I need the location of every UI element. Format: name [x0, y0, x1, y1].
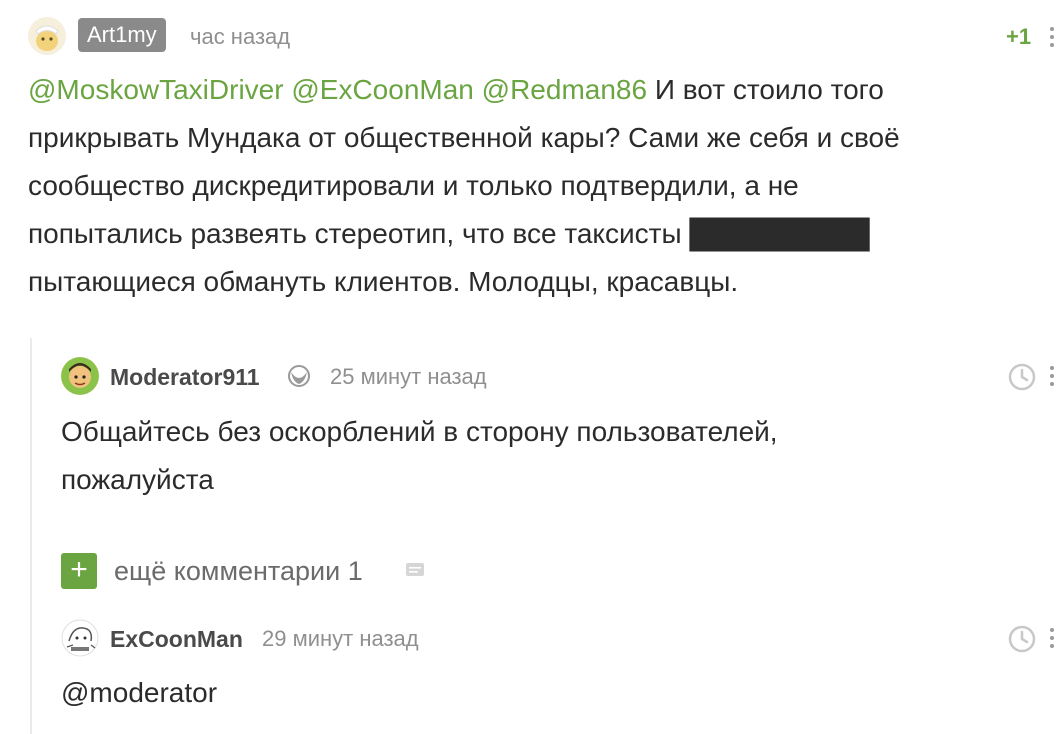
censored-text: ██████████ [689, 218, 869, 249]
mention-link[interactable]: @MoskowTaxiDriver [28, 74, 284, 105]
comment-line: Общайтесь без оскорблений в сторону поль… [61, 416, 778, 447]
more-options-icon[interactable] [1050, 628, 1054, 648]
mention-link[interactable]: @moderator [61, 669, 217, 717]
username-badge[interactable]: Art1my [78, 18, 166, 52]
username[interactable]: ExCoonMan [110, 626, 243, 652]
comment-text: попытались развеять стереотип, что все т… [28, 218, 682, 249]
avatar-image [61, 357, 99, 395]
comment-line: пытающиеся обмануть клиентов. Молодцы, к… [28, 266, 739, 297]
clock-icon[interactable] [1007, 624, 1037, 659]
clock-icon[interactable] [1007, 362, 1037, 397]
comment-time: 29 минут назад [262, 626, 419, 651]
avatar-image [28, 17, 66, 55]
comment-time: 25 минут назад [330, 364, 487, 389]
comment-icon [405, 562, 425, 585]
rating-value: +1 [1006, 24, 1032, 49]
mention-link[interactable]: @Redman86 [482, 74, 647, 105]
comment-line: прикрывать Мундака от общественной кары?… [28, 122, 900, 153]
avatar[interactable] [61, 357, 99, 395]
more-comments-label[interactable]: ещё комментарии 1 [114, 555, 363, 587]
thread-line [30, 338, 32, 734]
username[interactable]: Moderator911 [110, 364, 260, 390]
comment-line: пожалуйста [61, 464, 214, 495]
comment-line: попытались развеять стереотип, что все т… [28, 210, 1057, 258]
mention-link[interactable]: @ExCoonMan [291, 74, 474, 105]
comment-time: час назад [190, 24, 291, 49]
more-options-icon[interactable] [1050, 27, 1054, 47]
comment-body: Общайтесь без оскорблений в сторону поль… [61, 408, 778, 504]
comment-line: @MoskowTaxiDriver @ExCoonMan @Redman86 И… [28, 66, 1057, 114]
moderator-badge-icon [287, 364, 311, 393]
comment-body: @MoskowTaxiDriver @ExCoonMan @Redman86 И… [28, 66, 1057, 306]
avatar[interactable] [28, 17, 66, 55]
comment-line: сообщество дискредитировали и только под… [28, 170, 799, 201]
comment-text: И вот стоило того [654, 74, 884, 105]
more-options-icon[interactable] [1050, 366, 1054, 386]
avatar[interactable] [61, 619, 99, 657]
expand-comments-button[interactable]: + [61, 553, 97, 589]
avatar-image [61, 619, 99, 657]
